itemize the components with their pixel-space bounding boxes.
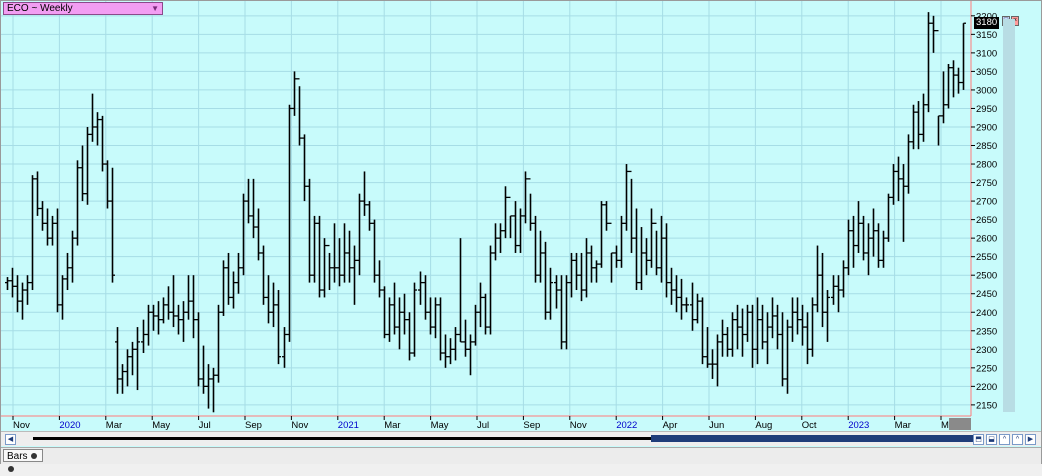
x-tick-label: Aug [755,420,772,431]
y-tick-label: 2850 [976,141,997,152]
y-tick-label: 2700 [976,197,997,208]
price-scale-strip[interactable] [1003,19,1015,412]
y-tick-label: 2900 [976,122,997,133]
x-tick-label: Sep [523,420,540,431]
y-tick-label: 2550 [976,252,997,263]
compress-icon[interactable]: ^ [999,434,1010,445]
scroll-right-icon[interactable]: ▶ [1025,434,1036,445]
bars-tab[interactable]: Bars [3,449,43,472]
y-tick-label: 2300 [976,345,997,356]
x-tick-label: Jul [477,420,489,431]
y-tick-label: 2750 [976,178,997,189]
scale-corner-block [949,418,971,430]
expand-icon[interactable]: ^ [1012,434,1023,445]
scroll-thumb[interactable] [651,435,983,442]
x-tick-label: Sep [245,420,262,431]
x-tick-label: May [152,420,170,431]
x-tick-label: Mar [895,420,911,431]
horizontal-scrollbar[interactable]: ◀ ⬒ ⬓ ^ ^ ▶ [1,431,1041,446]
y-tick-label: 2250 [976,363,997,374]
x-tick-label: Mar [384,420,400,431]
x-tick-label: 2021 [338,420,359,431]
y-tick-label: 2650 [976,215,997,226]
chart-window: 2150 2200 2250 2300 2350 2400 2450 2500 2550 2600… [0,0,1042,472]
x-tick-label: Apr [663,420,678,431]
last-price-badge: 3180 [974,17,1000,30]
zoom-in-icon[interactable]: ⬓ [986,434,997,445]
y-tick-label: 2450 [976,289,997,300]
y-tick-label: 2150 [976,400,997,411]
y-tick-label: 2400 [976,308,997,319]
x-tick-label: Oct [802,420,817,431]
zoom-out-icon[interactable]: ⬒ [973,434,984,445]
symbol-dropdown[interactable]: ECO ~ Weekly ▼ [3,2,163,15]
circle-icon [31,453,38,459]
x-tick-label: Nov [13,420,30,431]
y-tick-label: 3050 [976,67,997,78]
y-tick-label: 3100 [976,48,997,59]
y-tick-label: 2600 [976,234,997,245]
x-tick-label: Nov [291,420,308,431]
x-tick-label: Jun [709,420,724,431]
scroll-left-icon[interactable]: ◀ [5,434,16,445]
x-tick-label: Nov [570,420,587,431]
x-tick-label: Mar [106,420,122,431]
y-tick-label: 2500 [976,271,997,282]
x-tick-label: 2023 [848,420,869,431]
x-tick-label: 2022 [616,420,637,431]
x-tick-label: 2020 [59,420,80,431]
status-bar: Bars [1,447,1041,472]
symbol-label: ECO ~ Weekly [7,3,73,14]
x-tick-label: Jul [199,420,211,431]
y-tick-label: 2350 [976,326,997,337]
price-chart[interactable]: 2150 2200 2250 2300 2350 2400 2450 2500 2550 2600… [1,1,1041,463]
y-tick-label: 3150 [976,30,997,41]
y-tick-label: 2950 [976,104,997,115]
chevron-down-icon: ▼ [151,4,159,13]
y-tick-label: 3000 [976,85,997,96]
x-tick-label: May [431,420,449,431]
bars-label: Bars [7,451,28,462]
circle-icon [8,466,14,472]
y-tick-label: 2800 [976,160,997,171]
y-tick-label: 2200 [976,382,997,393]
